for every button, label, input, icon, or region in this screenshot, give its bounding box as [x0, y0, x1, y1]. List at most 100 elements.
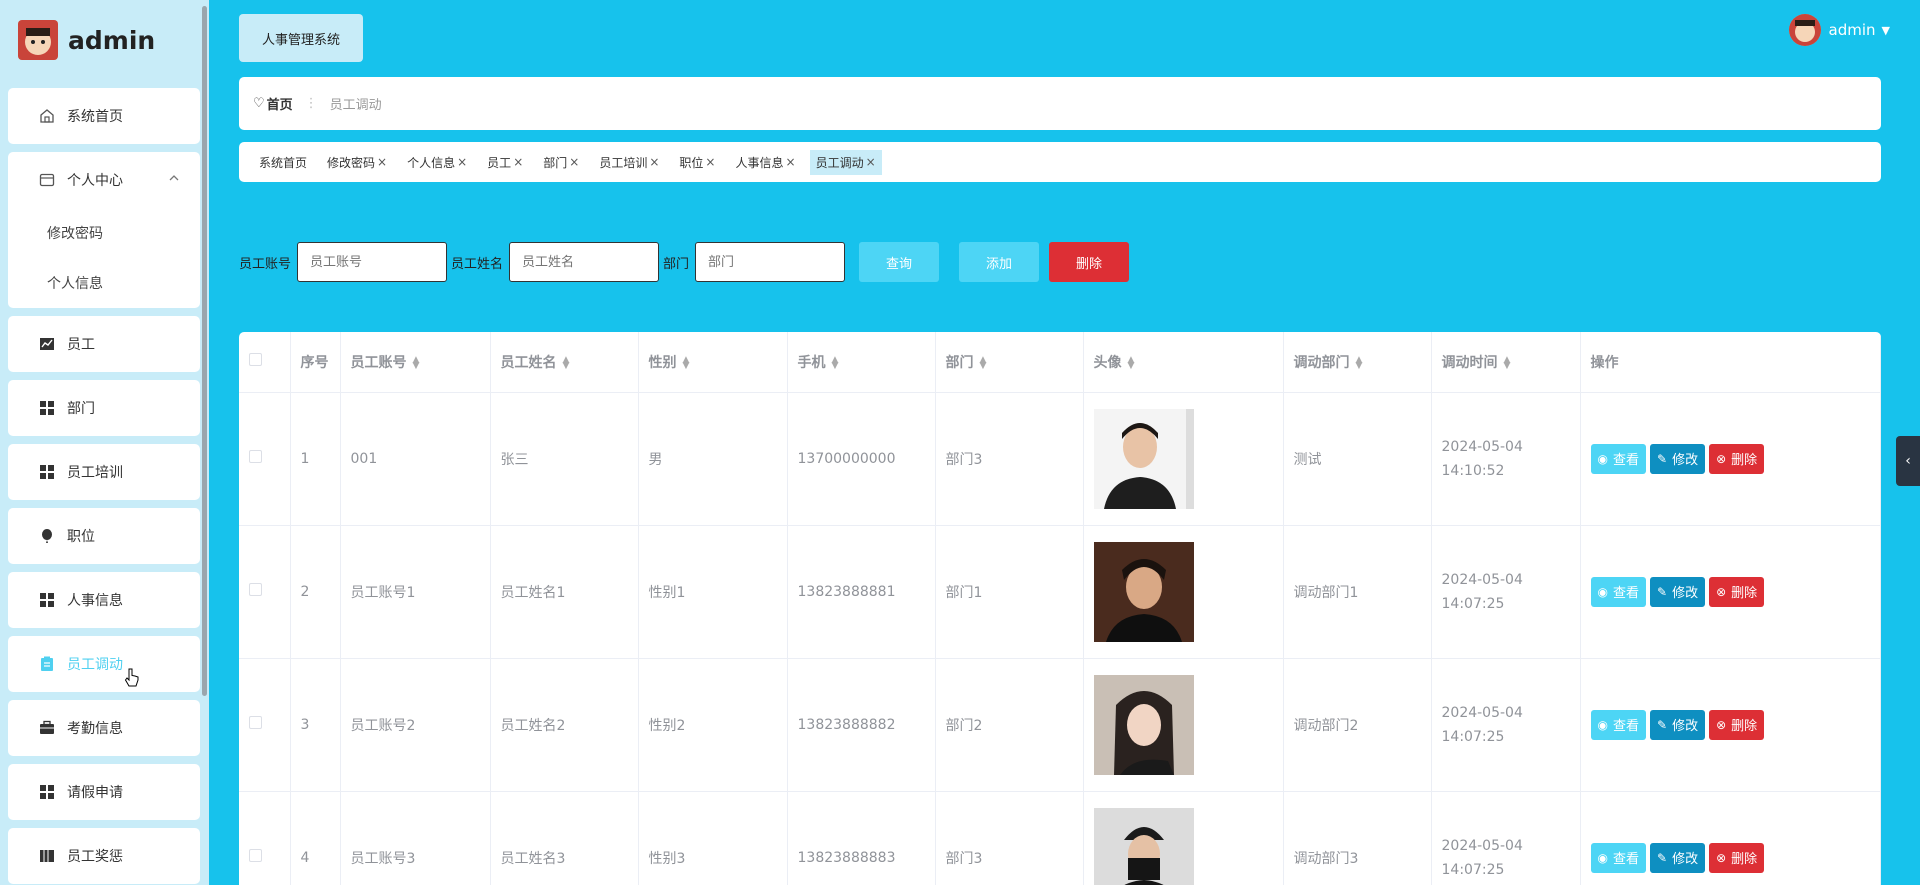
- tag-training[interactable]: 员工培训 ×: [593, 150, 665, 175]
- scrollbar-thumb[interactable]: [202, 6, 207, 696]
- sidebar-item-position[interactable]: 职位: [8, 508, 200, 564]
- edit-button[interactable]: ✎ 修改: [1650, 709, 1706, 740]
- edit-button[interactable]: ✎ 修改: [1650, 443, 1706, 474]
- row-select-cell[interactable]: [239, 392, 291, 526]
- column-header[interactable]: 员工账号 ▲ ▼: [340, 332, 491, 393]
- close-icon[interactable]: ×: [866, 155, 876, 169]
- cell-name: 员工姓名1: [490, 525, 639, 659]
- sort-icon[interactable]: ▲ ▼: [1504, 355, 1511, 370]
- tag-department[interactable]: 部门 ×: [537, 150, 585, 175]
- employee-photo[interactable]: [1093, 541, 1194, 642]
- sort-icon[interactable]: ▲ ▼: [832, 355, 839, 370]
- cell-gender: 性别2: [638, 658, 788, 792]
- close-icon[interactable]: ×: [786, 155, 796, 169]
- delete-button[interactable]: ⊗ 删除: [1709, 709, 1765, 740]
- system-title[interactable]: 人事管理系统: [239, 14, 363, 62]
- collapse-panel-button[interactable]: ‹: [1896, 436, 1920, 486]
- account-input[interactable]: [297, 242, 448, 282]
- delete-button[interactable]: ⊗ 删除: [1709, 576, 1765, 607]
- close-icon[interactable]: ×: [649, 155, 659, 169]
- column-header[interactable]: 员工姓名 ▲ ▼: [490, 332, 639, 393]
- select-all-checkbox[interactable]: [249, 353, 262, 367]
- row-checkbox[interactable]: [249, 583, 262, 596]
- transfer-time: 2024-05-04 14:07:25: [1441, 704, 1523, 745]
- tag-home[interactable]: 系统首页: [253, 150, 313, 175]
- select-all-cell[interactable]: [239, 332, 291, 393]
- employee-photo[interactable]: [1093, 807, 1194, 885]
- sidebar-item-transfer[interactable]: 员工调动: [8, 636, 200, 692]
- tag-password[interactable]: 修改密码 ×: [321, 150, 393, 175]
- sort-icon[interactable]: ▲ ▼: [1128, 355, 1135, 370]
- row-checkbox[interactable]: [249, 849, 262, 862]
- search-bar: 员工账号 员工姓名 部门 查询 添加 删除: [239, 242, 1130, 282]
- batch-delete-button[interactable]: 删除: [1049, 242, 1130, 282]
- column-header[interactable]: 手机 ▲ ▼: [787, 332, 936, 393]
- row-select-cell[interactable]: [239, 791, 291, 885]
- sidebar-item-leave[interactable]: 请假申请: [8, 764, 200, 820]
- sidebar-item-rewards[interactable]: 员工奖惩: [8, 828, 200, 884]
- row-checkbox[interactable]: [249, 716, 262, 729]
- column-header[interactable]: 调动部门 ▲ ▼: [1283, 332, 1432, 393]
- sidebar-item-personal[interactable]: 个人中心: [8, 152, 200, 208]
- column-header[interactable]: 调动时间 ▲ ▼: [1431, 332, 1581, 393]
- sort-icon[interactable]: ▲ ▼: [1356, 355, 1363, 370]
- transfer-time: 2024-05-04 14:10:52: [1441, 438, 1523, 479]
- tag-profile[interactable]: 个人信息 ×: [401, 150, 473, 175]
- close-icon[interactable]: ×: [513, 155, 523, 169]
- tag-label: 人事信息: [735, 155, 784, 170]
- name-input[interactable]: [509, 242, 660, 282]
- employee-photo[interactable]: [1093, 408, 1194, 509]
- cell-transfer-dept: 调动部门3: [1283, 791, 1432, 885]
- close-icon[interactable]: ×: [705, 155, 715, 169]
- sidebar-subitem-profile[interactable]: 个人信息: [8, 258, 200, 308]
- sidebar-scrollbar[interactable]: [200, 0, 209, 700]
- sidebar-item-home[interactable]: 系统首页: [8, 88, 200, 144]
- employee-photo[interactable]: [1093, 674, 1194, 775]
- cell-transfer-dept: 调动部门2: [1283, 658, 1432, 792]
- sort-icon[interactable]: ▲ ▼: [413, 355, 420, 370]
- sidebar-subitem-password[interactable]: 修改密码: [8, 208, 200, 258]
- row-select-cell[interactable]: [239, 658, 291, 792]
- add-button[interactable]: 添加: [959, 242, 1040, 282]
- user-menu[interactable]: admin ▼: [1788, 14, 1890, 46]
- dept-input[interactable]: [695, 242, 846, 282]
- sidebar-item-hr-info[interactable]: 人事信息: [8, 572, 200, 628]
- row-select-cell[interactable]: [239, 525, 291, 659]
- close-icon[interactable]: ×: [569, 155, 579, 169]
- close-icon[interactable]: ×: [377, 155, 387, 169]
- delete-button[interactable]: ⊗ 删除: [1709, 443, 1765, 474]
- row-checkbox[interactable]: [249, 450, 262, 463]
- sidebar-menu: 系统首页 个人中心 修改密码 个人信息 员工 部门 员工培训 职位 人事信息 员…: [8, 88, 200, 885]
- cell-no: 4: [290, 791, 341, 885]
- delete-button[interactable]: ⊗ 删除: [1709, 842, 1765, 873]
- sort-icon[interactable]: ▲ ▼: [563, 355, 570, 370]
- sort-icon[interactable]: ▲ ▼: [980, 355, 987, 370]
- view-button[interactable]: ◉ 查看: [1590, 842, 1646, 873]
- sidebar-item-department[interactable]: 部门: [8, 380, 200, 436]
- breadcrumb-home[interactable]: ♡ 首页: [253, 94, 293, 113]
- close-icon[interactable]: ×: [457, 155, 467, 169]
- tag-label: 员工: [487, 155, 512, 170]
- column-header[interactable]: 部门 ▲ ▼: [935, 332, 1084, 393]
- view-button[interactable]: ◉ 查看: [1590, 443, 1646, 474]
- tag-position[interactable]: 职位 ×: [673, 150, 721, 175]
- column-header[interactable]: 性别 ▲ ▼: [638, 332, 788, 393]
- view-button[interactable]: ◉ 查看: [1590, 576, 1646, 607]
- tag-employee[interactable]: 员工 ×: [481, 150, 529, 175]
- sidebar-item-label: 考勤信息: [67, 721, 123, 737]
- cell-phone: 13823888882: [787, 658, 936, 792]
- sidebar-item-label: 人事信息: [67, 593, 123, 609]
- column-header[interactable]: 头像 ▲ ▼: [1083, 332, 1284, 393]
- edit-button[interactable]: ✎ 修改: [1650, 842, 1706, 873]
- sidebar-item-training[interactable]: 员工培训: [8, 444, 200, 500]
- table-header-row: 序号 员工账号 ▲ ▼ 员工姓名 ▲ ▼ 性别 ▲ ▼ 手机 ▲ ▼ 部门 ▲ ▼ 头像 ▲ ▼ 调动部…: [239, 332, 1881, 393]
- sort-icon[interactable]: ▲ ▼: [683, 355, 690, 370]
- query-button[interactable]: 查询: [859, 242, 940, 282]
- tag-hr-info[interactable]: 人事信息 ×: [729, 150, 801, 175]
- tag-transfer[interactable]: 员工调动 ×: [809, 149, 882, 175]
- edit-button[interactable]: ✎ 修改: [1650, 576, 1706, 607]
- view-button[interactable]: ◉ 查看: [1590, 709, 1646, 740]
- sidebar-item-attendance[interactable]: 考勤信息: [8, 700, 200, 756]
- sidebar-item-employee[interactable]: 员工: [8, 316, 200, 372]
- brand: admin: [0, 0, 209, 80]
